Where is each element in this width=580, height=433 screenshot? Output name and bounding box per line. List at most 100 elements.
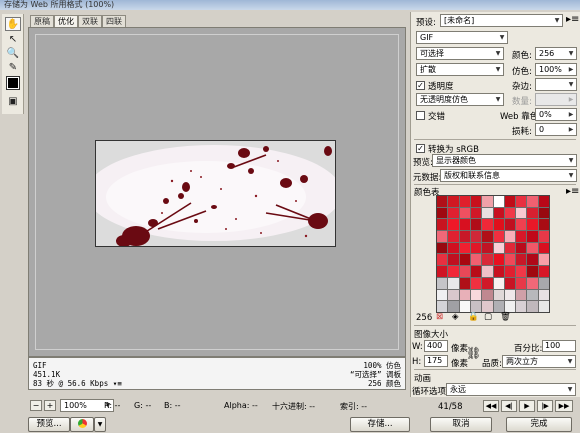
color-swatch[interactable] — [448, 219, 459, 231]
color-swatch[interactable] — [448, 301, 459, 312]
preview-mode-select[interactable]: 显示器颜色 ▼ — [432, 154, 577, 167]
color-swatch[interactable] — [437, 254, 448, 266]
color-swatch[interactable] — [482, 231, 493, 242]
color-swatch[interactable] — [538, 289, 549, 301]
cancel-button[interactable]: 取消 — [430, 417, 492, 432]
color-swatch[interactable] — [470, 301, 482, 312]
color-swatch[interactable] — [504, 277, 516, 289]
web-snap-select[interactable]: 0% ▶ — [535, 108, 577, 121]
color-swatch[interactable] — [493, 254, 504, 266]
height-input[interactable]: 175 — [424, 355, 448, 367]
constrain-proportions-icon[interactable]: ⛓ — [466, 346, 481, 360]
color-swatch[interactable] — [437, 266, 448, 277]
panel-menu-icon[interactable]: ▸≡ — [566, 14, 579, 25]
zoom-icon[interactable]: 🔍 — [5, 46, 21, 60]
color-swatch[interactable] — [448, 277, 459, 289]
color-swatch[interactable] — [504, 231, 516, 242]
color-swatch[interactable] — [504, 196, 516, 207]
hand-tool-icon[interactable]: ✋ — [5, 17, 21, 31]
color-swatch[interactable] — [482, 277, 493, 289]
color-swatch[interactable] — [504, 219, 516, 231]
color-swatch[interactable] — [437, 196, 448, 207]
zoom-in-button[interactable]: + — [44, 400, 56, 411]
color-swatch[interactable] — [538, 196, 549, 207]
color-swatch[interactable] — [527, 196, 538, 207]
color-swatch[interactable] — [482, 289, 493, 301]
width-input[interactable]: 400 — [424, 340, 448, 352]
tab-optimized[interactable]: 优化 — [54, 15, 78, 27]
color-swatch[interactable] — [493, 266, 504, 277]
color-swatch[interactable] — [527, 254, 538, 266]
color-swatch[interactable] — [493, 277, 504, 289]
color-swatch[interactable] — [470, 196, 482, 207]
color-swatch[interactable] — [538, 277, 549, 289]
tab-4-up[interactable]: 四联 — [102, 15, 126, 27]
color-swatch[interactable] — [516, 207, 527, 219]
save-button[interactable]: 存储... — [350, 417, 410, 432]
color-swatch[interactable] — [482, 242, 493, 254]
color-swatch[interactable] — [437, 277, 448, 289]
eyedropper-icon[interactable]: ✎ — [5, 60, 21, 74]
color-table-grid[interactable] — [436, 195, 550, 313]
color-swatch[interactable] — [527, 277, 538, 289]
color-swatch[interactable] — [459, 219, 470, 231]
color-swatch[interactable] — [527, 207, 538, 219]
format-select[interactable]: GIF ▼ — [416, 31, 508, 44]
color-swatch[interactable] — [516, 196, 527, 207]
color-table-menu-icon[interactable]: ▸≡ — [566, 186, 579, 197]
info-menu-icon[interactable]: ▾≡ — [113, 379, 122, 388]
matte-select[interactable]: ▼ — [535, 78, 577, 91]
color-swatch[interactable] — [470, 242, 482, 254]
color-swatch[interactable] — [482, 196, 493, 207]
browser-select-button[interactable] — [70, 417, 94, 432]
lossy-select[interactable]: 0 ▶ — [535, 123, 577, 136]
color-swatch[interactable] — [448, 254, 459, 266]
slice-select-icon[interactable]: ↖ — [5, 32, 21, 46]
color-swatch[interactable] — [459, 196, 470, 207]
last-frame-icon[interactable]: ▶▶ — [555, 400, 573, 412]
color-swatch[interactable] — [448, 231, 459, 242]
color-swatch[interactable] — [504, 242, 516, 254]
color-swatch[interactable] — [482, 254, 493, 266]
color-swatch[interactable] — [538, 242, 549, 254]
color-swatch[interactable] — [470, 231, 482, 242]
tab-original[interactable]: 原稿 — [30, 15, 54, 27]
color-swatch[interactable] — [504, 301, 516, 312]
interlaced-checkbox[interactable] — [416, 111, 425, 120]
done-button[interactable]: 完成 — [506, 417, 572, 432]
color-swatch[interactable] — [459, 301, 470, 312]
color-swatch[interactable] — [459, 207, 470, 219]
color-swatch[interactable] — [527, 301, 538, 312]
percent-input[interactable]: 100 — [542, 340, 576, 352]
color-swatch[interactable] — [437, 207, 448, 219]
color-swatch[interactable] — [459, 289, 470, 301]
color-swatch[interactable] — [527, 289, 538, 301]
color-swatch[interactable] — [516, 242, 527, 254]
transparency-dither-select[interactable]: 无透明度仿色 ▼ — [416, 93, 504, 106]
color-swatch[interactable] — [493, 231, 504, 242]
color-swatch[interactable] — [538, 207, 549, 219]
loop-options-select[interactable]: 永远 ▼ — [446, 383, 576, 396]
color-swatch[interactable] — [493, 207, 504, 219]
new-color-icon[interactable]: ▢ — [484, 312, 492, 322]
color-swatch[interactable] — [538, 231, 549, 242]
color-swatch[interactable] — [470, 277, 482, 289]
color-swatch[interactable] — [527, 266, 538, 277]
tab-2-up[interactable]: 双联 — [78, 15, 102, 27]
color-swatch[interactable] — [516, 219, 527, 231]
color-swatch[interactable] — [504, 266, 516, 277]
convert-srgb-checkbox[interactable]: ✓ — [416, 144, 425, 153]
first-frame-icon[interactable]: ◀◀ — [483, 400, 499, 412]
color-swatch[interactable] — [516, 231, 527, 242]
toggle-slices-icon[interactable]: ▣ — [5, 94, 21, 108]
next-frame-icon[interactable]: |▶ — [537, 400, 553, 412]
web-shift-icon[interactable]: ◈ — [452, 312, 459, 322]
color-swatch[interactable] — [527, 219, 538, 231]
color-swatch[interactable] — [493, 242, 504, 254]
color-swatch[interactable] — [448, 242, 459, 254]
transparency-checkbox[interactable]: ✓ — [416, 81, 425, 90]
dither-amount-select[interactable]: 100% ▶ — [535, 63, 577, 76]
color-swatch[interactable] — [448, 207, 459, 219]
color-swatch[interactable] — [459, 231, 470, 242]
color-swatch[interactable] — [470, 207, 482, 219]
